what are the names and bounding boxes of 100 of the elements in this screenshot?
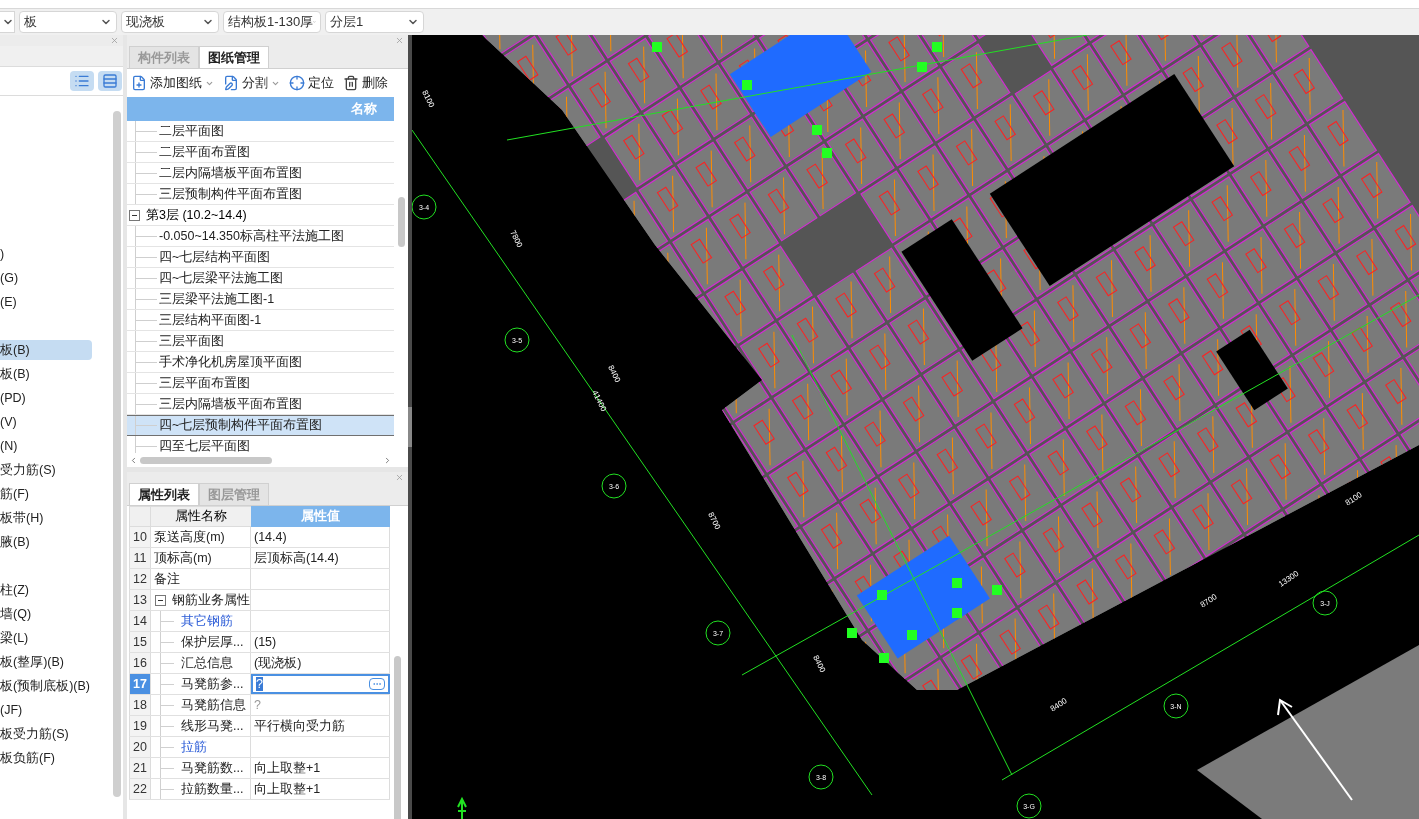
dimension-label: 8400 — [1048, 696, 1069, 714]
component-item[interactable]: 板受力筋(S) — [0, 724, 73, 744]
drawing-row[interactable]: 三层预制构件平面布置图 — [127, 184, 394, 205]
dropdown[interactable]: 现浇板 — [121, 11, 219, 33]
row-number[interactable]: 16 — [129, 653, 151, 673]
row-number[interactable]: 21 — [129, 758, 151, 778]
scroll-left-icon[interactable] — [129, 455, 138, 465]
drawing-row[interactable]: 三层平面布置图 — [127, 373, 394, 394]
dropdown[interactable]: 板 — [19, 11, 117, 33]
dimension-label: 8700 — [706, 510, 723, 531]
close-icon[interactable] — [395, 473, 404, 482]
more-button[interactable] — [369, 678, 385, 690]
dropdown[interactable] — [0, 11, 15, 33]
row-number[interactable]: 18 — [129, 695, 151, 715]
close-icon[interactable] — [395, 36, 404, 45]
dimension-label: 8700 — [1198, 592, 1219, 610]
component-item[interactable]: ) — [0, 244, 9, 264]
component-item[interactable]: 板带(H) — [0, 508, 48, 528]
scrollbar-thumb[interactable] — [397, 197, 405, 247]
scroll-right-icon[interactable] — [383, 455, 392, 465]
row-number[interactable]: 14 — [129, 611, 151, 631]
collapse-toggle[interactable] — [155, 594, 166, 606]
splitter-handle[interactable] — [408, 407, 412, 447]
component-item[interactable]: 腋(B) — [0, 532, 34, 552]
property-name: 备注 — [154, 570, 180, 588]
drawing-row[interactable]: -0.050~14.350标高柱平法施工图 — [127, 226, 394, 247]
edit-file-icon — [223, 75, 239, 91]
list-icon — [74, 73, 90, 89]
dropdown[interactable]: 分层1 — [325, 11, 424, 33]
scrollbar-thumb[interactable] — [113, 111, 121, 797]
row-number[interactable]: 10 — [129, 527, 151, 547]
component-item[interactable]: 板(B) — [0, 364, 34, 384]
row-number[interactable]: 22 — [129, 779, 151, 799]
drawing-row[interactable]: 四~七层结构平面图 — [127, 247, 394, 268]
drawing-row[interactable]: 四~七层预制构件平面布置图 — [127, 415, 394, 436]
property-name: 保护层厚... — [181, 633, 244, 651]
component-item[interactable]: 墙(Q) — [0, 604, 36, 624]
drawing-row[interactable]: 二层内隔墙板平面布置图 — [127, 163, 394, 184]
panel-tab[interactable]: 属性列表 — [129, 483, 199, 505]
drawing-row[interactable]: 手术净化机房屋顶平面图 — [127, 352, 394, 373]
scrollbar-thumb[interactable] — [393, 656, 401, 819]
component-item[interactable]: 板负筋(F) — [0, 748, 59, 768]
dimension-label: 8100 — [420, 88, 437, 109]
toolbar-button[interactable]: 分割 — [223, 73, 280, 93]
property-name: 马凳筋信息 — [181, 696, 246, 714]
property-value: 平行横向受力筋 — [254, 717, 345, 735]
property-value: 层顶标高(14.4) — [254, 549, 339, 567]
row-number[interactable]: 20 — [129, 737, 151, 757]
floor-label[interactable]: 第3层 (10.2~14.4) — [146, 205, 247, 225]
close-icon[interactable] — [110, 36, 119, 45]
property-value: (15) — [254, 633, 277, 651]
panel-tab[interactable]: 图纸管理 — [199, 46, 269, 68]
axis-origin-icon — [457, 796, 467, 819]
component-item[interactable]: (V) — [0, 412, 21, 432]
dropdown[interactable]: 结构板1-130厚 — [223, 11, 321, 33]
property-value-field[interactable]: ? — [256, 677, 263, 691]
property-name: 马凳筋参... — [181, 675, 244, 693]
drawing-row[interactable]: 四~七层梁平法施工图 — [127, 268, 394, 289]
dimension-label: 8100 — [1343, 490, 1364, 508]
row-number[interactable]: 12 — [129, 569, 151, 589]
component-item[interactable]: (N) — [0, 436, 22, 456]
drawing-row[interactable]: 二层平面图 — [127, 121, 394, 142]
drawing-row[interactable]: 三层梁平法施工图-1 — [127, 289, 394, 310]
drawing-row[interactable]: 三层平面图 — [127, 331, 394, 352]
drawing-row[interactable]: 三层结构平面图-1 — [127, 310, 394, 331]
dimension-label: 41400 — [590, 388, 609, 413]
component-item[interactable]: (G) — [0, 268, 23, 288]
property-name: 汇总信息 — [181, 654, 233, 672]
component-item[interactable]: 柱(Z) — [0, 580, 33, 600]
component-item[interactable]: (E) — [0, 292, 21, 312]
component-item[interactable]: (PD) — [0, 388, 30, 408]
property-name: 其它钢筋 — [181, 612, 233, 630]
header-cell[interactable]: 属性名称 — [151, 506, 251, 527]
component-item[interactable]: 筋(F) — [0, 484, 33, 504]
component-item[interactable]: 受力筋(S) — [0, 460, 60, 480]
collapse-toggle[interactable] — [129, 209, 140, 221]
component-item[interactable]: (JF) — [0, 700, 27, 720]
property-value: ? — [254, 696, 261, 714]
property-value: (14.4) — [254, 528, 287, 546]
row-number[interactable]: 11 — [129, 548, 151, 568]
component-item[interactable]: 梁(L) — [0, 628, 33, 648]
component-item[interactable]: 板(整厚)(B) — [0, 652, 68, 672]
property-name: 拉筋数量... — [181, 780, 244, 798]
toolbar-button[interactable]: 定位 — [289, 73, 334, 93]
dimension-label: 8400 — [606, 363, 623, 384]
list-detail-icon — [102, 73, 118, 89]
detail-view-button[interactable] — [98, 71, 122, 91]
row-number[interactable]: 19 — [129, 716, 151, 736]
toolbar-button[interactable]: 删除 — [343, 73, 388, 93]
row-number[interactable]: 15 — [129, 632, 151, 652]
scrollbar-thumb[interactable] — [140, 456, 272, 464]
list-view-button[interactable] — [70, 71, 94, 91]
drawing-row[interactable]: 二层平面布置图 — [127, 142, 394, 163]
dimension-label: 8400 — [811, 653, 828, 674]
property-name: 钢筋业务属性 — [172, 591, 250, 609]
row-number[interactable]: 13 — [129, 590, 151, 610]
toolbar-button[interactable]: 添加图纸 — [131, 73, 214, 93]
component-item[interactable]: 板(预制底板)(B) — [0, 676, 94, 696]
component-item[interactable]: 板(B) — [0, 340, 92, 360]
locate-icon — [289, 75, 305, 91]
